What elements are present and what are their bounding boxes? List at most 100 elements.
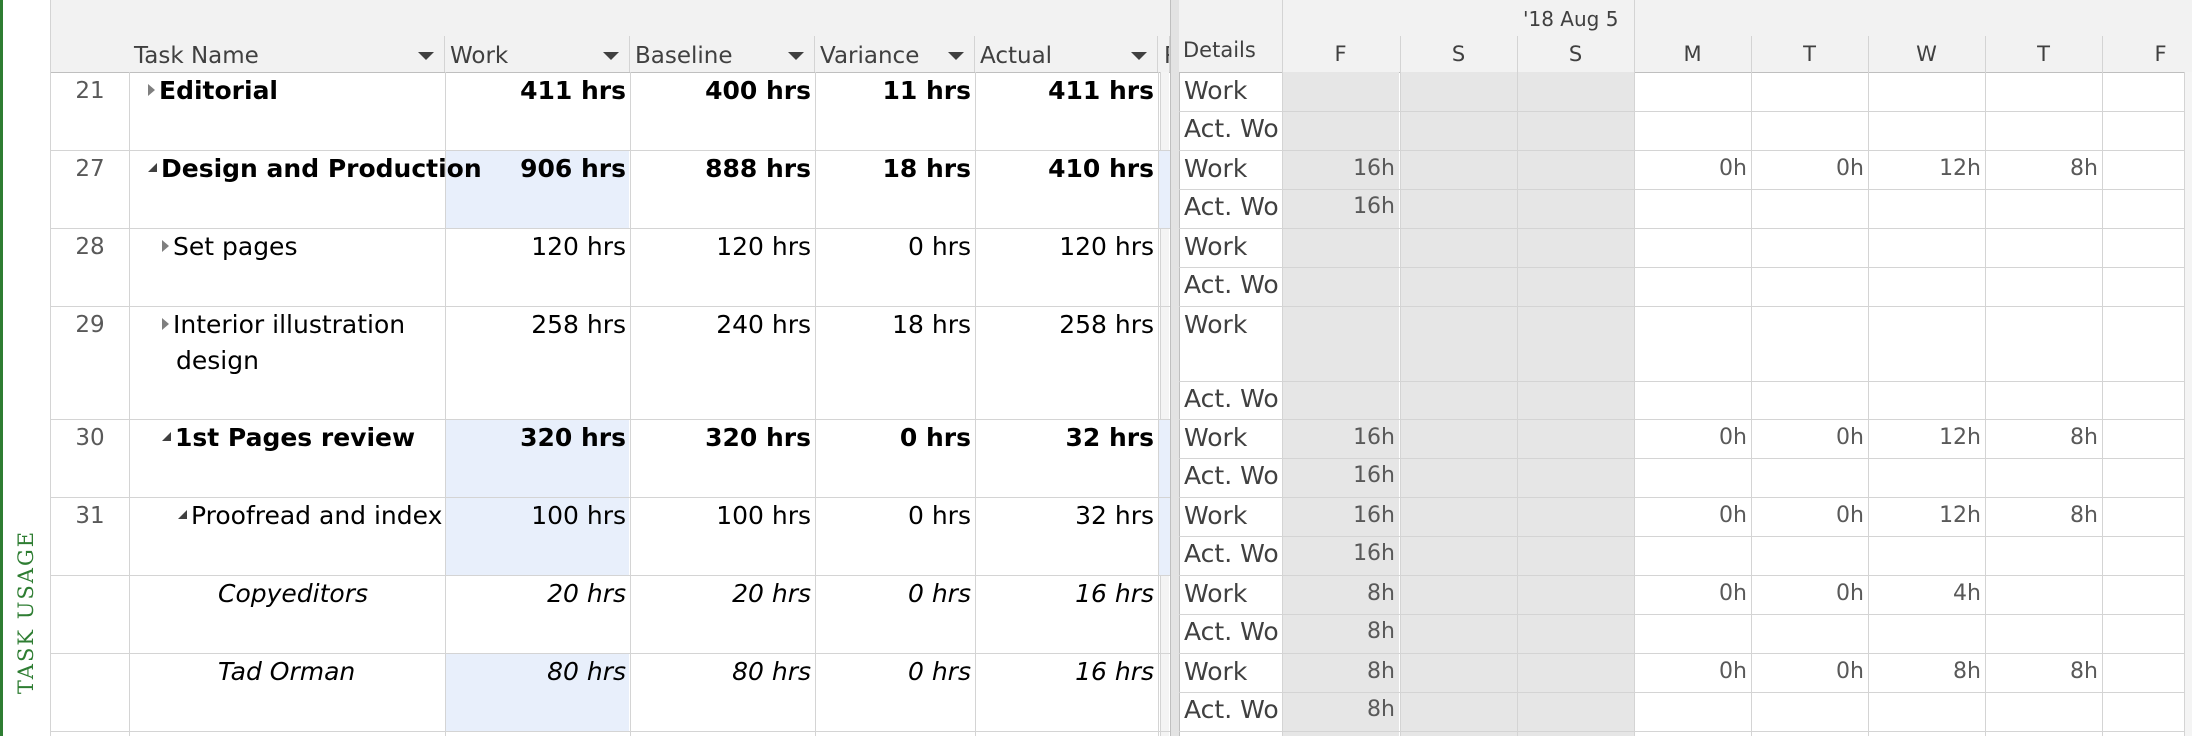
detail-label-actual-work: Act. Wo: [1184, 192, 1279, 221]
actual-cell[interactable]: 258 hrs: [975, 308, 1158, 342]
timescale-scrollbar[interactable]: [2184, 72, 2192, 736]
timephased-work-cell[interactable]: 12h: [1868, 499, 1985, 533]
grid-column-divider: [129, 72, 130, 736]
task-name-cell[interactable]: Editorial: [148, 74, 445, 108]
timephased-work-cell[interactable]: 8h: [1868, 655, 1985, 689]
timephased-work-cell[interactable]: 4h: [1868, 577, 1985, 611]
column-header-actual[interactable]: Actual: [975, 36, 1158, 72]
task-name-cell[interactable]: Tad Orman: [218, 655, 445, 689]
timephased-actual-cell[interactable]: 16h: [1282, 190, 1399, 224]
actual-cell[interactable]: 16 hrs: [975, 655, 1158, 689]
day-header: T: [1803, 42, 1816, 66]
timephased-work-cell[interactable]: 0h: [1634, 499, 1751, 533]
variance-cell[interactable]: 18 hrs: [815, 152, 975, 186]
timephased-actual-cell[interactable]: 16h: [1282, 537, 1399, 571]
work-cell[interactable]: 80 hrs: [445, 655, 630, 689]
column-header-baseline-label: Baseline: [635, 43, 733, 69]
column-header-truncated[interactable]: R: [1158, 36, 1170, 72]
timephased-work-cell[interactable]: 8h: [1985, 499, 2102, 533]
timephased-work-cell[interactable]: 8h: [1985, 152, 2102, 186]
timephased-actual-cell[interactable]: 8h: [1282, 693, 1399, 727]
work-cell[interactable]: 120 hrs: [445, 230, 630, 264]
timephased-work-cell[interactable]: 0h: [1634, 421, 1751, 455]
work-cell[interactable]: 20 hrs: [445, 577, 630, 611]
baseline-cell[interactable]: 400 hrs: [630, 74, 815, 108]
timephased-work-cell[interactable]: 12h: [1868, 152, 1985, 186]
task-name-cell[interactable]: Design and Production: [148, 152, 482, 186]
variance-cell[interactable]: 0 hrs: [815, 655, 975, 689]
chevron-down-icon[interactable]: [948, 52, 964, 60]
view-bar[interactable]: TASK USAGE: [0, 0, 51, 736]
timephased-actual-cell[interactable]: 16h: [1282, 459, 1399, 493]
baseline-cell[interactable]: 20 hrs: [630, 577, 815, 611]
day-header: S: [1451, 42, 1466, 66]
timephased-work-cell[interactable]: 0h: [1634, 577, 1751, 611]
baseline-cell[interactable]: 320 hrs: [630, 421, 815, 455]
actual-cell[interactable]: 120 hrs: [975, 230, 1158, 264]
row-number: 31: [75, 503, 105, 529]
timephased-work-cell[interactable]: 0h: [1751, 152, 1868, 186]
task-name-cell[interactable]: Interior illustration: [162, 308, 445, 342]
column-header-task-name[interactable]: Task Name: [129, 36, 445, 72]
timephased-work-cell[interactable]: 0h: [1751, 655, 1868, 689]
timephased-work-cell[interactable]: 0h: [1751, 499, 1868, 533]
timephased-work-cell[interactable]: 0h: [1751, 421, 1868, 455]
variance-cell[interactable]: 0 hrs: [815, 499, 975, 533]
chevron-down-icon[interactable]: [418, 52, 434, 60]
row-number-column: [51, 0, 130, 736]
actual-cell[interactable]: 16 hrs: [975, 577, 1158, 611]
task-name-label: 1st Pages review: [175, 423, 416, 452]
column-header-variance[interactable]: Variance: [815, 36, 975, 72]
baseline-cell[interactable]: 80 hrs: [630, 655, 815, 689]
task-name-label: Set pages: [173, 232, 298, 261]
column-header-work-label: Work: [450, 43, 509, 69]
timephased-work-cell[interactable]: 8h: [1282, 577, 1399, 611]
baseline-cell[interactable]: 240 hrs: [630, 308, 815, 342]
timephased-work-cell[interactable]: 8h: [1985, 655, 2102, 689]
timephased-work-cell[interactable]: 12h: [1868, 421, 1985, 455]
timephased-work-cell[interactable]: 16h: [1282, 152, 1399, 186]
chevron-down-icon[interactable]: [603, 52, 619, 60]
timephased-work-cell[interactable]: 0h: [1634, 152, 1751, 186]
work-cell[interactable]: 100 hrs: [445, 499, 630, 533]
variance-cell[interactable]: 11 hrs: [815, 74, 975, 108]
actual-cell[interactable]: 410 hrs: [975, 152, 1158, 186]
chevron-down-icon[interactable]: [788, 52, 804, 60]
actual-cell[interactable]: 32 hrs: [975, 421, 1158, 455]
work-cell[interactable]: 906 hrs: [445, 152, 630, 186]
task-name-cell[interactable]: 1st Pages review: [162, 421, 445, 455]
variance-cell[interactable]: 0 hrs: [815, 577, 975, 611]
expand-arrow-icon[interactable]: [162, 318, 169, 330]
work-cell[interactable]: 411 hrs: [445, 74, 630, 108]
task-name-cell[interactable]: Proofread and index: [178, 499, 445, 533]
expand-arrow-icon[interactable]: [162, 240, 169, 252]
baseline-cell[interactable]: 120 hrs: [630, 230, 815, 264]
variance-cell[interactable]: 0 hrs: [815, 421, 975, 455]
timephased-work-cell[interactable]: 0h: [1751, 577, 1868, 611]
collapse-arrow-icon[interactable]: [148, 162, 157, 172]
collapse-arrow-icon[interactable]: [178, 509, 187, 519]
task-name-cell[interactable]: Set pages: [162, 230, 445, 264]
baseline-cell[interactable]: 888 hrs: [630, 152, 815, 186]
baseline-cell[interactable]: 100 hrs: [630, 499, 815, 533]
timephased-work-cell[interactable]: 8h: [1985, 421, 2102, 455]
detail-label-actual-work: Act. Wo: [1184, 617, 1279, 646]
variance-cell[interactable]: 0 hrs: [815, 230, 975, 264]
actual-cell[interactable]: 32 hrs: [975, 499, 1158, 533]
work-cell[interactable]: 320 hrs: [445, 421, 630, 455]
column-header-baseline[interactable]: Baseline: [630, 36, 815, 72]
detail-label-actual-work: Act. Wo: [1184, 114, 1279, 143]
timephased-work-cell[interactable]: 0h: [1634, 655, 1751, 689]
work-cell[interactable]: 258 hrs: [445, 308, 630, 342]
collapse-arrow-icon[interactable]: [162, 431, 171, 441]
expand-arrow-icon[interactable]: [148, 84, 155, 96]
timephased-actual-cell[interactable]: 8h: [1282, 615, 1399, 649]
chevron-down-icon[interactable]: [1131, 52, 1147, 60]
task-name-cell[interactable]: Copyeditors: [218, 577, 445, 611]
timephased-work-cell[interactable]: 8h: [1282, 655, 1399, 689]
actual-cell[interactable]: 411 hrs: [975, 74, 1158, 108]
column-header-work[interactable]: Work: [445, 36, 630, 72]
timephased-work-cell[interactable]: 16h: [1282, 421, 1399, 455]
timephased-work-cell[interactable]: 16h: [1282, 499, 1399, 533]
variance-cell[interactable]: 18 hrs: [815, 308, 975, 342]
